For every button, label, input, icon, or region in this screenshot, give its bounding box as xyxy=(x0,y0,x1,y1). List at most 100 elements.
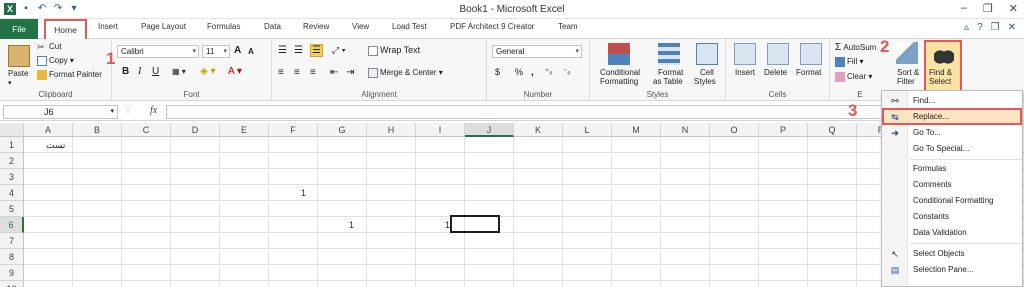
fill-button[interactable]: Fill ▾ xyxy=(835,57,863,67)
active-cell-J6[interactable] xyxy=(450,215,500,233)
column-header-G[interactable]: G xyxy=(318,123,367,137)
fill-color-icon[interactable]: ◈ ▾ xyxy=(200,66,216,77)
conditional-formatting-icon[interactable] xyxy=(608,43,630,65)
tab-formulas[interactable]: Formulas xyxy=(207,22,240,31)
cell-styles-icon[interactable] xyxy=(696,43,718,65)
menu-item-selection-pane[interactable]: ▤ Selection Pane... xyxy=(882,262,1022,278)
sort-filter-label-1[interactable]: Sort & xyxy=(897,68,919,77)
column-header-Q[interactable]: Q xyxy=(808,123,857,137)
orientation-icon[interactable]: ⤢ ▾ xyxy=(332,45,345,56)
italic-button[interactable]: I xyxy=(138,66,141,77)
select-all-corner[interactable] xyxy=(0,123,24,137)
row-header-3[interactable]: 3 xyxy=(0,169,24,185)
conditional-formatting-label-1[interactable]: Conditional xyxy=(600,68,640,77)
window-restore-icon[interactable]: ❐ xyxy=(991,22,1000,33)
comma-button[interactable]: , xyxy=(531,67,534,78)
tab-insert[interactable]: Insert xyxy=(98,22,118,31)
row-header-9[interactable]: 9 xyxy=(0,265,24,281)
row-header-10[interactable]: 10 xyxy=(0,281,24,287)
increase-decimal-icon[interactable]: ⁺₀ xyxy=(545,67,553,76)
column-header-H[interactable]: H xyxy=(367,123,416,137)
column-header-P[interactable]: P xyxy=(759,123,808,137)
cell-I6[interactable]: 1 xyxy=(438,217,450,233)
clear-button[interactable]: Clear ▾ xyxy=(835,72,872,82)
sort-filter-icon[interactable] xyxy=(896,42,918,64)
middle-align-icon[interactable]: ☰ xyxy=(294,45,303,56)
tab-file[interactable]: File xyxy=(0,19,38,39)
restore-button[interactable]: ❐ xyxy=(983,2,993,15)
copy-button[interactable]: Copy ▾ xyxy=(37,56,74,66)
format-cells-button[interactable]: Format xyxy=(796,68,821,77)
bottom-align-icon[interactable]: ☰ xyxy=(310,44,323,57)
wrap-text-button[interactable]: Wrap Text xyxy=(368,45,420,56)
column-header-M[interactable]: M xyxy=(612,123,661,137)
format-painter-button[interactable]: Format Painter xyxy=(37,70,102,80)
menu-item-comments[interactable]: Comments xyxy=(882,177,1022,193)
menu-item-select-objects[interactable]: ↖ Select Objects xyxy=(882,246,1022,262)
column-header-B[interactable]: B xyxy=(73,123,122,137)
paste-button[interactable]: Paste xyxy=(8,69,28,78)
shrink-font-button[interactable]: A xyxy=(248,47,254,56)
percent-button[interactable]: % xyxy=(515,67,523,77)
cell-A1[interactable]: تست xyxy=(46,137,66,153)
column-header-L[interactable]: L xyxy=(563,123,612,137)
decrease-indent-icon[interactable]: ⇤ xyxy=(330,67,338,78)
row-header-1[interactable]: 1 xyxy=(0,137,24,153)
tab-home[interactable]: Home xyxy=(44,19,87,40)
column-header-C[interactable]: C xyxy=(122,123,171,137)
column-header-A[interactable]: A xyxy=(24,123,73,137)
font-name-select[interactable]: Calibri xyxy=(117,45,199,58)
tab-data[interactable]: Data xyxy=(264,22,281,31)
spreadsheet-grid[interactable]: ABCDEFGHIJKLMNOPQR 12345678910 تست 1 1 1 xyxy=(0,123,1024,287)
font-color-icon[interactable]: A ▾ xyxy=(228,66,242,77)
cut-button[interactable]: ✂ Cut xyxy=(37,42,61,52)
cell-G6[interactable]: 1 xyxy=(340,217,354,233)
borders-icon[interactable]: ▦ ▾ xyxy=(172,67,186,76)
cell-styles-label-1[interactable]: Cell xyxy=(700,68,714,77)
align-center-icon[interactable]: ≡ xyxy=(294,67,300,78)
column-header-J[interactable]: J xyxy=(465,123,514,137)
close-button[interactable]: ✕ xyxy=(1009,2,1018,15)
row-header-6[interactable]: 6 xyxy=(0,217,24,233)
grow-font-button[interactable]: A xyxy=(234,45,241,56)
decrease-decimal-icon[interactable]: ⁻₀ xyxy=(563,67,571,76)
bold-button[interactable]: B xyxy=(122,66,129,77)
column-header-E[interactable]: E xyxy=(220,123,269,137)
cell-styles-label-2[interactable]: Styles xyxy=(694,77,716,86)
align-left-icon[interactable]: ≡ xyxy=(278,67,284,78)
tab-view[interactable]: View xyxy=(352,22,369,31)
font-size-select[interactable]: 11 xyxy=(202,45,230,58)
help-icon[interactable]: ? xyxy=(977,22,983,33)
column-header-K[interactable]: K xyxy=(514,123,563,137)
minimize-button[interactable]: – xyxy=(961,2,967,15)
menu-item-goto-special[interactable]: Go To Special... xyxy=(882,141,1022,157)
delete-cells-icon[interactable] xyxy=(767,43,789,65)
column-header-D[interactable]: D xyxy=(171,123,220,137)
sort-filter-label-2[interactable]: Filter xyxy=(897,77,915,86)
tab-pdf-architect[interactable]: PDF Architect 9 Creator xyxy=(450,22,534,31)
column-header-O[interactable]: O xyxy=(710,123,759,137)
find-select-button[interactable]: Find & Select xyxy=(924,40,962,92)
top-align-icon[interactable]: ☰ xyxy=(278,45,287,56)
menu-item-goto[interactable]: ➜ Go To... xyxy=(882,125,1022,141)
menu-item-formulas[interactable]: Formulas xyxy=(882,161,1022,177)
insert-cells-icon[interactable] xyxy=(734,43,756,65)
name-box[interactable]: J6 xyxy=(3,105,118,119)
row-header-8[interactable]: 8 xyxy=(0,249,24,265)
tab-load-test[interactable]: Load Test xyxy=(392,22,427,31)
format-cells-icon[interactable] xyxy=(800,43,822,65)
column-header-I[interactable]: I xyxy=(416,123,465,137)
menu-item-conditional-formatting[interactable]: Conditional Formatting xyxy=(882,193,1022,209)
menu-item-data-validation[interactable]: Data Validation xyxy=(882,225,1022,241)
format-as-table-label-2[interactable]: as Table xyxy=(653,77,683,86)
cell-F4[interactable]: 1 xyxy=(292,185,306,201)
row-header-5[interactable]: 5 xyxy=(0,201,24,217)
column-header-F[interactable]: F xyxy=(269,123,318,137)
close-workbook-icon[interactable]: ✕ xyxy=(1008,22,1016,33)
increase-indent-icon[interactable]: ⇥ xyxy=(346,67,354,78)
insert-function-button[interactable]: fx xyxy=(150,105,157,116)
column-header-N[interactable]: N xyxy=(661,123,710,137)
conditional-formatting-label-2[interactable]: Formatting xyxy=(600,77,638,86)
delete-cells-button[interactable]: Delete xyxy=(764,68,787,77)
menu-item-find[interactable]: ⚯ Find... xyxy=(882,93,1022,109)
